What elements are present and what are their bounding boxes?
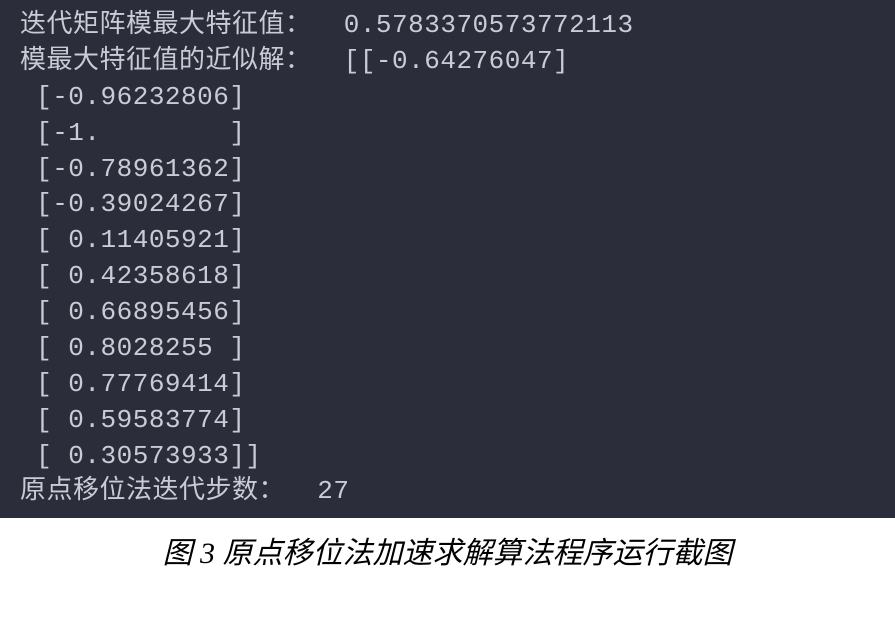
vector-row: [ 0.66895456]	[20, 297, 245, 327]
figure-caption: 图 3 原点移位法加速求解算法程序运行截图	[0, 518, 895, 582]
vector-row: [-0.78961362]	[20, 154, 245, 184]
eigenvector-start: [[-0.64276047]	[312, 46, 570, 76]
vector-row: [ 0.59583774]	[20, 405, 245, 435]
eigenvalue-value: 0.5783370573772113	[312, 10, 634, 40]
vector-row: [-0.96232806]	[20, 82, 245, 112]
vector-row: [-0.39024267]	[20, 189, 245, 219]
iteration-label: 原点移位法迭代步数：	[20, 476, 285, 506]
vector-row: [ 0.11405921]	[20, 225, 245, 255]
caption-text: 图 3 原点移位法加速求解算法程序运行截图	[163, 537, 733, 570]
vector-row: [ 0.30573933]]	[20, 441, 262, 471]
terminal-output: 迭代矩阵模最大特征值： 0.5783370573772113 模最大特征值的近似…	[0, 0, 895, 518]
vector-row: [ 0.42358618]	[20, 261, 245, 291]
vector-row: [-1. ]	[20, 118, 245, 148]
eigenvector-label: 模最大特征值的近似解：	[20, 46, 312, 76]
iteration-value: 27	[285, 476, 349, 506]
eigenvalue-label: 迭代矩阵模最大特征值：	[20, 10, 312, 40]
vector-row: [ 0.77769414]	[20, 369, 245, 399]
vector-row: [ 0.8028255 ]	[20, 333, 245, 363]
